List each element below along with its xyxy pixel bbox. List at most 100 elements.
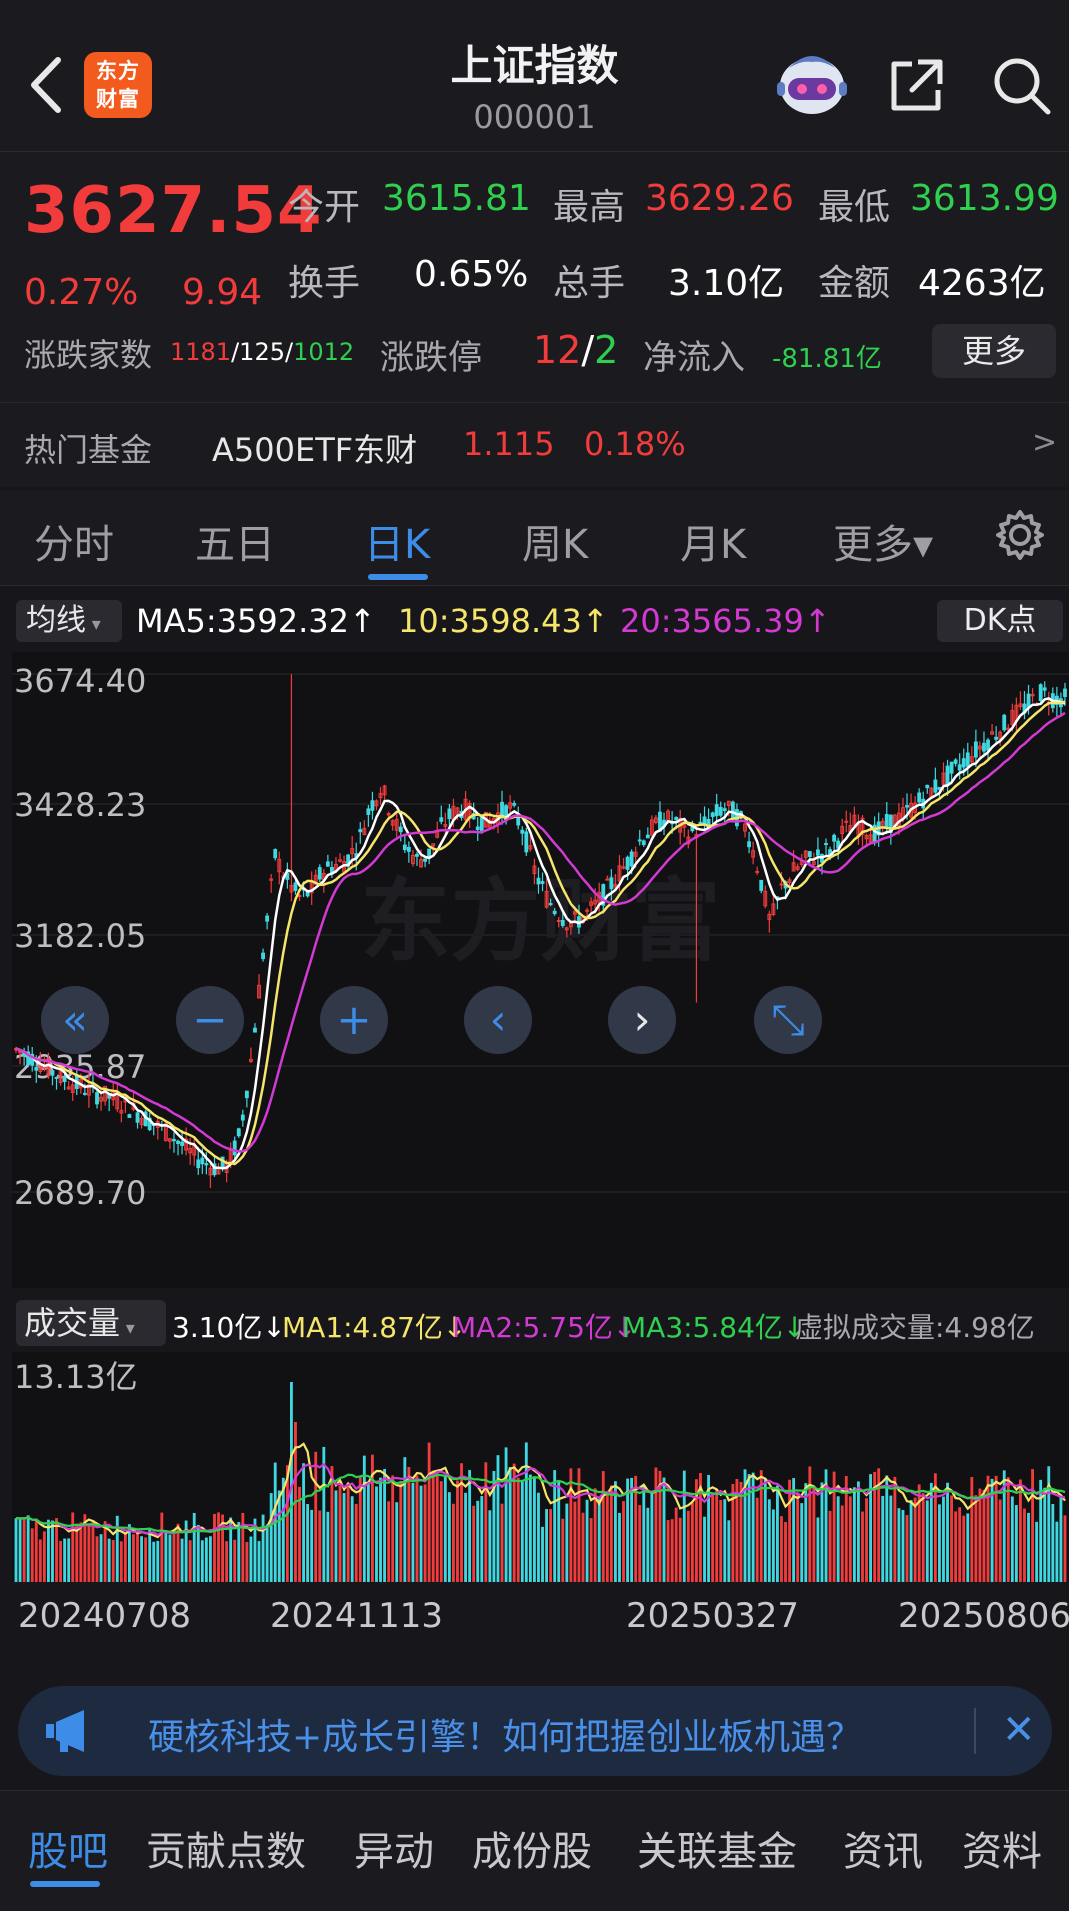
candle-body bbox=[516, 816, 521, 826]
volume-bar bbox=[99, 1534, 103, 1582]
candle-body bbox=[172, 1138, 176, 1142]
volume-bar bbox=[241, 1512, 245, 1582]
volume-bar bbox=[245, 1541, 249, 1582]
volume-bar bbox=[646, 1507, 650, 1582]
zoom-out-button[interactable]: − bbox=[176, 986, 244, 1054]
search-icon[interactable] bbox=[990, 54, 1052, 116]
volume-bar bbox=[196, 1524, 200, 1582]
candlestick-chart[interactable]: 3674.40 3428.23 3182.05 2935.87 2689.70 东方财富 «… bbox=[12, 652, 1069, 1288]
volume-bar bbox=[1039, 1479, 1043, 1582]
gear-icon[interactable] bbox=[993, 508, 1047, 562]
volume-bar bbox=[188, 1540, 192, 1582]
volume-bar bbox=[233, 1539, 237, 1582]
volume-bar bbox=[314, 1451, 318, 1582]
candle-body bbox=[447, 808, 452, 820]
volume-bar bbox=[111, 1540, 115, 1582]
volume-bar bbox=[1031, 1469, 1034, 1582]
candle-body bbox=[556, 920, 561, 923]
tab-five-day[interactable]: 五日 bbox=[195, 512, 275, 570]
bottom-tabs: 股吧 贡献点数 异动 成份股 关联基金 资讯 资料 bbox=[0, 1790, 1069, 1911]
volume-bar bbox=[257, 1541, 261, 1582]
ai-assistant-icon[interactable] bbox=[775, 48, 849, 118]
volume-bar bbox=[767, 1499, 771, 1582]
candle-body bbox=[398, 826, 403, 833]
candle-body bbox=[34, 1067, 39, 1071]
candle-body bbox=[439, 817, 444, 822]
volume-indicator-select[interactable]: 成交量 ▾ bbox=[16, 1300, 166, 1346]
candle-body bbox=[925, 784, 930, 789]
volume-bar bbox=[500, 1503, 504, 1582]
scroll-left-fast-button[interactable]: « bbox=[41, 986, 109, 1054]
volume-bar bbox=[508, 1467, 512, 1582]
candle-body bbox=[204, 1163, 209, 1166]
volume-bar bbox=[229, 1517, 233, 1582]
candle-body bbox=[524, 831, 529, 853]
volume-bar bbox=[589, 1518, 593, 1582]
tab-contribution[interactable]: 贡献点数 bbox=[146, 1819, 306, 1877]
hot-fund-label: 热门基金 bbox=[24, 431, 153, 469]
tab-news[interactable]: 资讯 bbox=[843, 1819, 923, 1877]
close-icon[interactable]: ✕ bbox=[1002, 1706, 1042, 1754]
tab-related-funds[interactable]: 关联基金 bbox=[637, 1819, 797, 1877]
volume-bar bbox=[47, 1519, 50, 1582]
volume-bar bbox=[123, 1532, 127, 1582]
tab-more[interactable]: 更多▾ bbox=[833, 512, 933, 570]
tab-weekly-k[interactable]: 周K bbox=[522, 512, 588, 570]
hot-fund-row[interactable]: 热门基金 A500ETF东财 1.115 0.18% > bbox=[0, 402, 1069, 484]
app-header: 东方 财富 上证指数 000001 bbox=[0, 0, 1069, 152]
volume-bar bbox=[861, 1511, 864, 1582]
tab-constituents[interactable]: 成份股 bbox=[472, 1819, 592, 1877]
more-button[interactable]: 更多 bbox=[932, 324, 1056, 378]
volume-chart[interactable]: 13.13亿 bbox=[12, 1352, 1069, 1582]
candle-body bbox=[423, 858, 427, 862]
open-label: 今开 bbox=[288, 187, 361, 228]
tab-intraday[interactable]: 分时 bbox=[34, 512, 114, 570]
promo-banner[interactable]: 硬核科技+成长引擎！如何把握创业板机遇？ ✕ bbox=[18, 1686, 1052, 1776]
volume-bar bbox=[654, 1467, 658, 1582]
tab-daily-k[interactable]: 日K bbox=[364, 512, 430, 570]
volume-bar bbox=[1019, 1479, 1022, 1582]
volume-bar bbox=[958, 1507, 962, 1582]
y-axis-label: 3182.05 bbox=[14, 917, 146, 955]
ma-legend: 均线 ▾ MA5:3592.32↑ 10:3598.43↑ 20:3565.39… bbox=[0, 596, 1069, 646]
candle-body bbox=[200, 1157, 205, 1165]
volume-bar bbox=[541, 1526, 544, 1582]
change-amount: 9.94 bbox=[182, 272, 263, 313]
tab-monthly-k[interactable]: 月K bbox=[680, 512, 746, 570]
candle-body bbox=[475, 826, 480, 831]
tab-profile[interactable]: 资料 bbox=[962, 1819, 1042, 1877]
volume-bar bbox=[379, 1477, 382, 1582]
zoom-in-button-glyph: + bbox=[336, 995, 371, 1044]
volume-bar bbox=[423, 1484, 427, 1582]
share-icon[interactable] bbox=[888, 56, 946, 114]
tab-movement[interactable]: 异动 bbox=[354, 1819, 434, 1877]
zoom-in-button[interactable]: + bbox=[320, 986, 388, 1054]
candle-body bbox=[82, 1092, 87, 1095]
high-label: 最高 bbox=[553, 187, 626, 228]
volume-bar bbox=[686, 1510, 690, 1582]
scroll-right-button[interactable]: › bbox=[608, 986, 676, 1054]
tab-forum[interactable]: 股吧 bbox=[28, 1819, 108, 1877]
hot-fund-percent: 0.18% bbox=[584, 425, 686, 463]
fullscreen-icon[interactable]: ⤡ bbox=[754, 986, 822, 1054]
volume-value: 3.10亿 bbox=[668, 263, 785, 304]
dk-point-button[interactable]: DK点 bbox=[937, 600, 1063, 642]
volume-bar bbox=[476, 1500, 480, 1582]
indicator-select[interactable]: 均线 ▾ bbox=[16, 600, 122, 642]
candle-body bbox=[479, 817, 484, 832]
candle-body bbox=[933, 779, 938, 793]
volume-bar bbox=[670, 1519, 674, 1582]
volume-bar bbox=[59, 1540, 62, 1582]
volume-bar bbox=[350, 1496, 354, 1582]
volume-bar bbox=[719, 1499, 723, 1582]
volume-bar bbox=[885, 1475, 889, 1582]
scroll-left-button[interactable]: ‹ bbox=[464, 986, 532, 1054]
candle-body bbox=[816, 849, 820, 856]
volume-bar bbox=[727, 1520, 731, 1582]
volume-bar bbox=[711, 1492, 715, 1582]
volume-bar bbox=[581, 1512, 585, 1582]
zoom-out-button-glyph: − bbox=[192, 995, 227, 1044]
date-label: 20250327 bbox=[626, 1596, 800, 1636]
volume-bar bbox=[905, 1515, 909, 1582]
candle-body bbox=[605, 878, 610, 881]
